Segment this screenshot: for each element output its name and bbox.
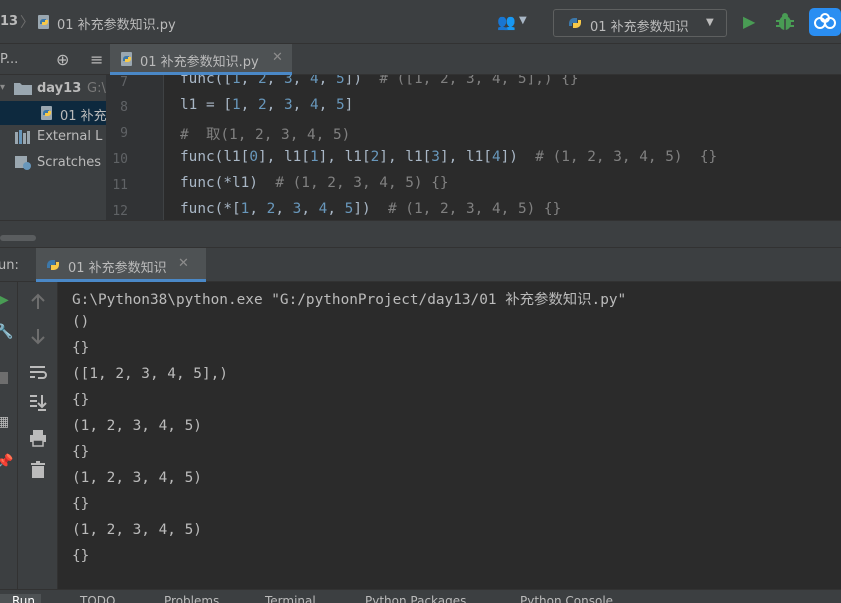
collapse-all-icon[interactable]: ≡ [90,50,103,69]
project-tree: ▾ day13 G:\ 01 补充 External L Scratches [0,75,106,233]
bottom-tab-terminal[interactable]: Terminal [265,594,316,603]
debug-bug-icon[interactable] [774,11,796,33]
bottom-tab-problems[interactable]: Problems [164,594,219,603]
horizontal-scrollbar-thumb[interactable] [0,235,36,241]
project-panel-header: P... ⊕ ≡ [0,44,106,75]
run-left-toolbar: ▶ 🔧 ▦ 📌 [0,282,18,589]
vcs-user-icon[interactable]: 👥 [497,13,516,31]
line-number: 11 [112,178,128,193]
console-line: {} [72,392,90,408]
soft-wrap-icon[interactable] [28,362,48,382]
run-configuration-select[interactable]: 01 补充参数知识 ▼ [553,9,727,37]
library-icon [14,129,32,149]
code-line: func(*[1, 2, 3, 4, 5]) # (1, 2, 3, 4, 5)… [180,201,562,217]
bottom-tab-run[interactable]: Run [0,594,42,603]
code-line: func(l1[0], l1[1], l1[2], l1[3], l1[4]) … [180,149,718,165]
tree-item-path: G:\ [87,81,106,96]
console-line: (1, 2, 3, 4, 5) [72,470,202,486]
folder-icon [14,81,32,99]
bottom-tab-python-console[interactable]: Python Console [520,594,613,603]
line-number: 12 [112,204,128,219]
cloud-plugin-icon[interactable] [809,8,841,36]
run-configuration-label: 01 补充参数知识 [590,20,689,35]
chevron-down-icon[interactable]: ▼ [519,15,527,26]
layout-icon[interactable]: ▦ [0,414,9,430]
line-number: 9 [120,126,128,141]
scroll-to-end-icon[interactable] [28,392,48,412]
tree-item-label: day13 [37,81,82,96]
editor-tab-bar: 01 补充参数知识.py ✕ [106,44,841,75]
line-number: 7 [120,75,128,90]
tree-item-label: External L [37,129,103,144]
python-file-icon [38,104,56,126]
arrow-up-icon[interactable] [28,292,48,312]
console-line: ([1, 2, 3, 4, 5],) [72,366,228,382]
code-line: # 取(1, 2, 3, 4, 5) [180,127,351,143]
bottom-tab-python-packages[interactable]: Python Packages [365,594,466,603]
tree-item-external-libraries[interactable]: External L [0,125,106,149]
chevron-down-icon[interactable]: ▾ [0,82,5,93]
arrow-down-icon[interactable] [28,326,48,346]
bottom-tool-strip: Run TODO Problems Terminal Python Packag… [0,589,841,603]
python-icon [569,18,581,28]
close-icon[interactable]: ✕ [178,256,189,271]
scratches-icon [14,155,32,175]
code-line: func(*l1) # (1, 2, 3, 4, 5) {} [180,175,449,191]
rerun-icon[interactable]: ▶ [0,292,9,308]
console-line: (1, 2, 3, 4, 5) [72,418,202,434]
console-line: {} [72,496,90,512]
project-panel-title[interactable]: P... [0,52,18,67]
trash-icon[interactable] [28,460,48,480]
navigation-bar: 13 〉 01 补充参数知识.py 👥 ▼ 01 补充参数知识 ▼ ▶ [0,0,841,44]
wrench-icon[interactable]: 🔧 [0,324,13,340]
editor-tab-active[interactable]: 01 补充参数知识.py ✕ [110,44,292,75]
chevron-down-icon: ▼ [706,17,714,28]
editor-tab-label: 01 补充参数知识.py [140,55,259,70]
breadcrumb-separator-icon: 〉 [20,15,34,31]
tree-item-file[interactable]: 01 补充 [0,101,106,125]
console-line: {} [72,340,90,356]
pin-icon[interactable]: 📌 [0,454,13,470]
run-console-output[interactable]: G:\Python38\python.exe "G:/pythonProject… [58,282,841,589]
close-icon[interactable]: ✕ [272,50,283,65]
console-line: () [72,314,90,330]
console-line: (1, 2, 3, 4, 5) [72,522,202,538]
print-icon[interactable] [28,428,48,448]
tree-item-day13[interactable]: ▾ day13 G:\ [0,77,106,101]
panel-splitter[interactable] [0,220,841,248]
run-tab-active[interactable]: 01 补充参数知识 ✕ [36,248,206,282]
tree-item-label: Scratches [37,155,101,170]
line-number: 8 [120,100,128,115]
tree-item-scratches[interactable]: Scratches [0,151,106,175]
run-tools-toolbar [18,282,58,589]
editor-gutter: 7 8 9 10 11 12 [106,75,164,220]
breadcrumb-file[interactable]: 01 补充参数知识.py [57,14,176,33]
code-editor[interactable]: func([1, 2, 3, 4, 5]) # ([1, 2, 3, 4, 5]… [164,75,841,220]
python-file-icon [121,52,132,66]
run-play-icon[interactable]: ▶ [743,12,755,31]
console-line: {} [72,444,90,460]
run-panel-header: un: 01 补充参数知识 ✕ [0,248,841,282]
breadcrumb-folder[interactable]: 13 [0,14,18,29]
stop-icon[interactable] [0,372,8,384]
python-icon [47,260,59,270]
console-line: {} [72,548,90,564]
tree-item-label: 01 补充 [60,109,106,124]
line-number: 10 [112,152,128,167]
run-tab-label: 01 补充参数知识 [68,261,167,276]
code-line: func([1, 2, 3, 4, 5]) # ([1, 2, 3, 4, 5]… [180,75,579,87]
python-file-icon [38,15,49,29]
code-line: l1 = [1, 2, 3, 4, 5] [180,97,354,113]
bottom-tab-todo[interactable]: TODO [80,594,115,603]
run-panel-label: un: [0,258,19,273]
locate-target-icon[interactable]: ⊕ [56,50,69,69]
console-command: G:\Python38\python.exe "G:/pythonProject… [72,292,627,308]
